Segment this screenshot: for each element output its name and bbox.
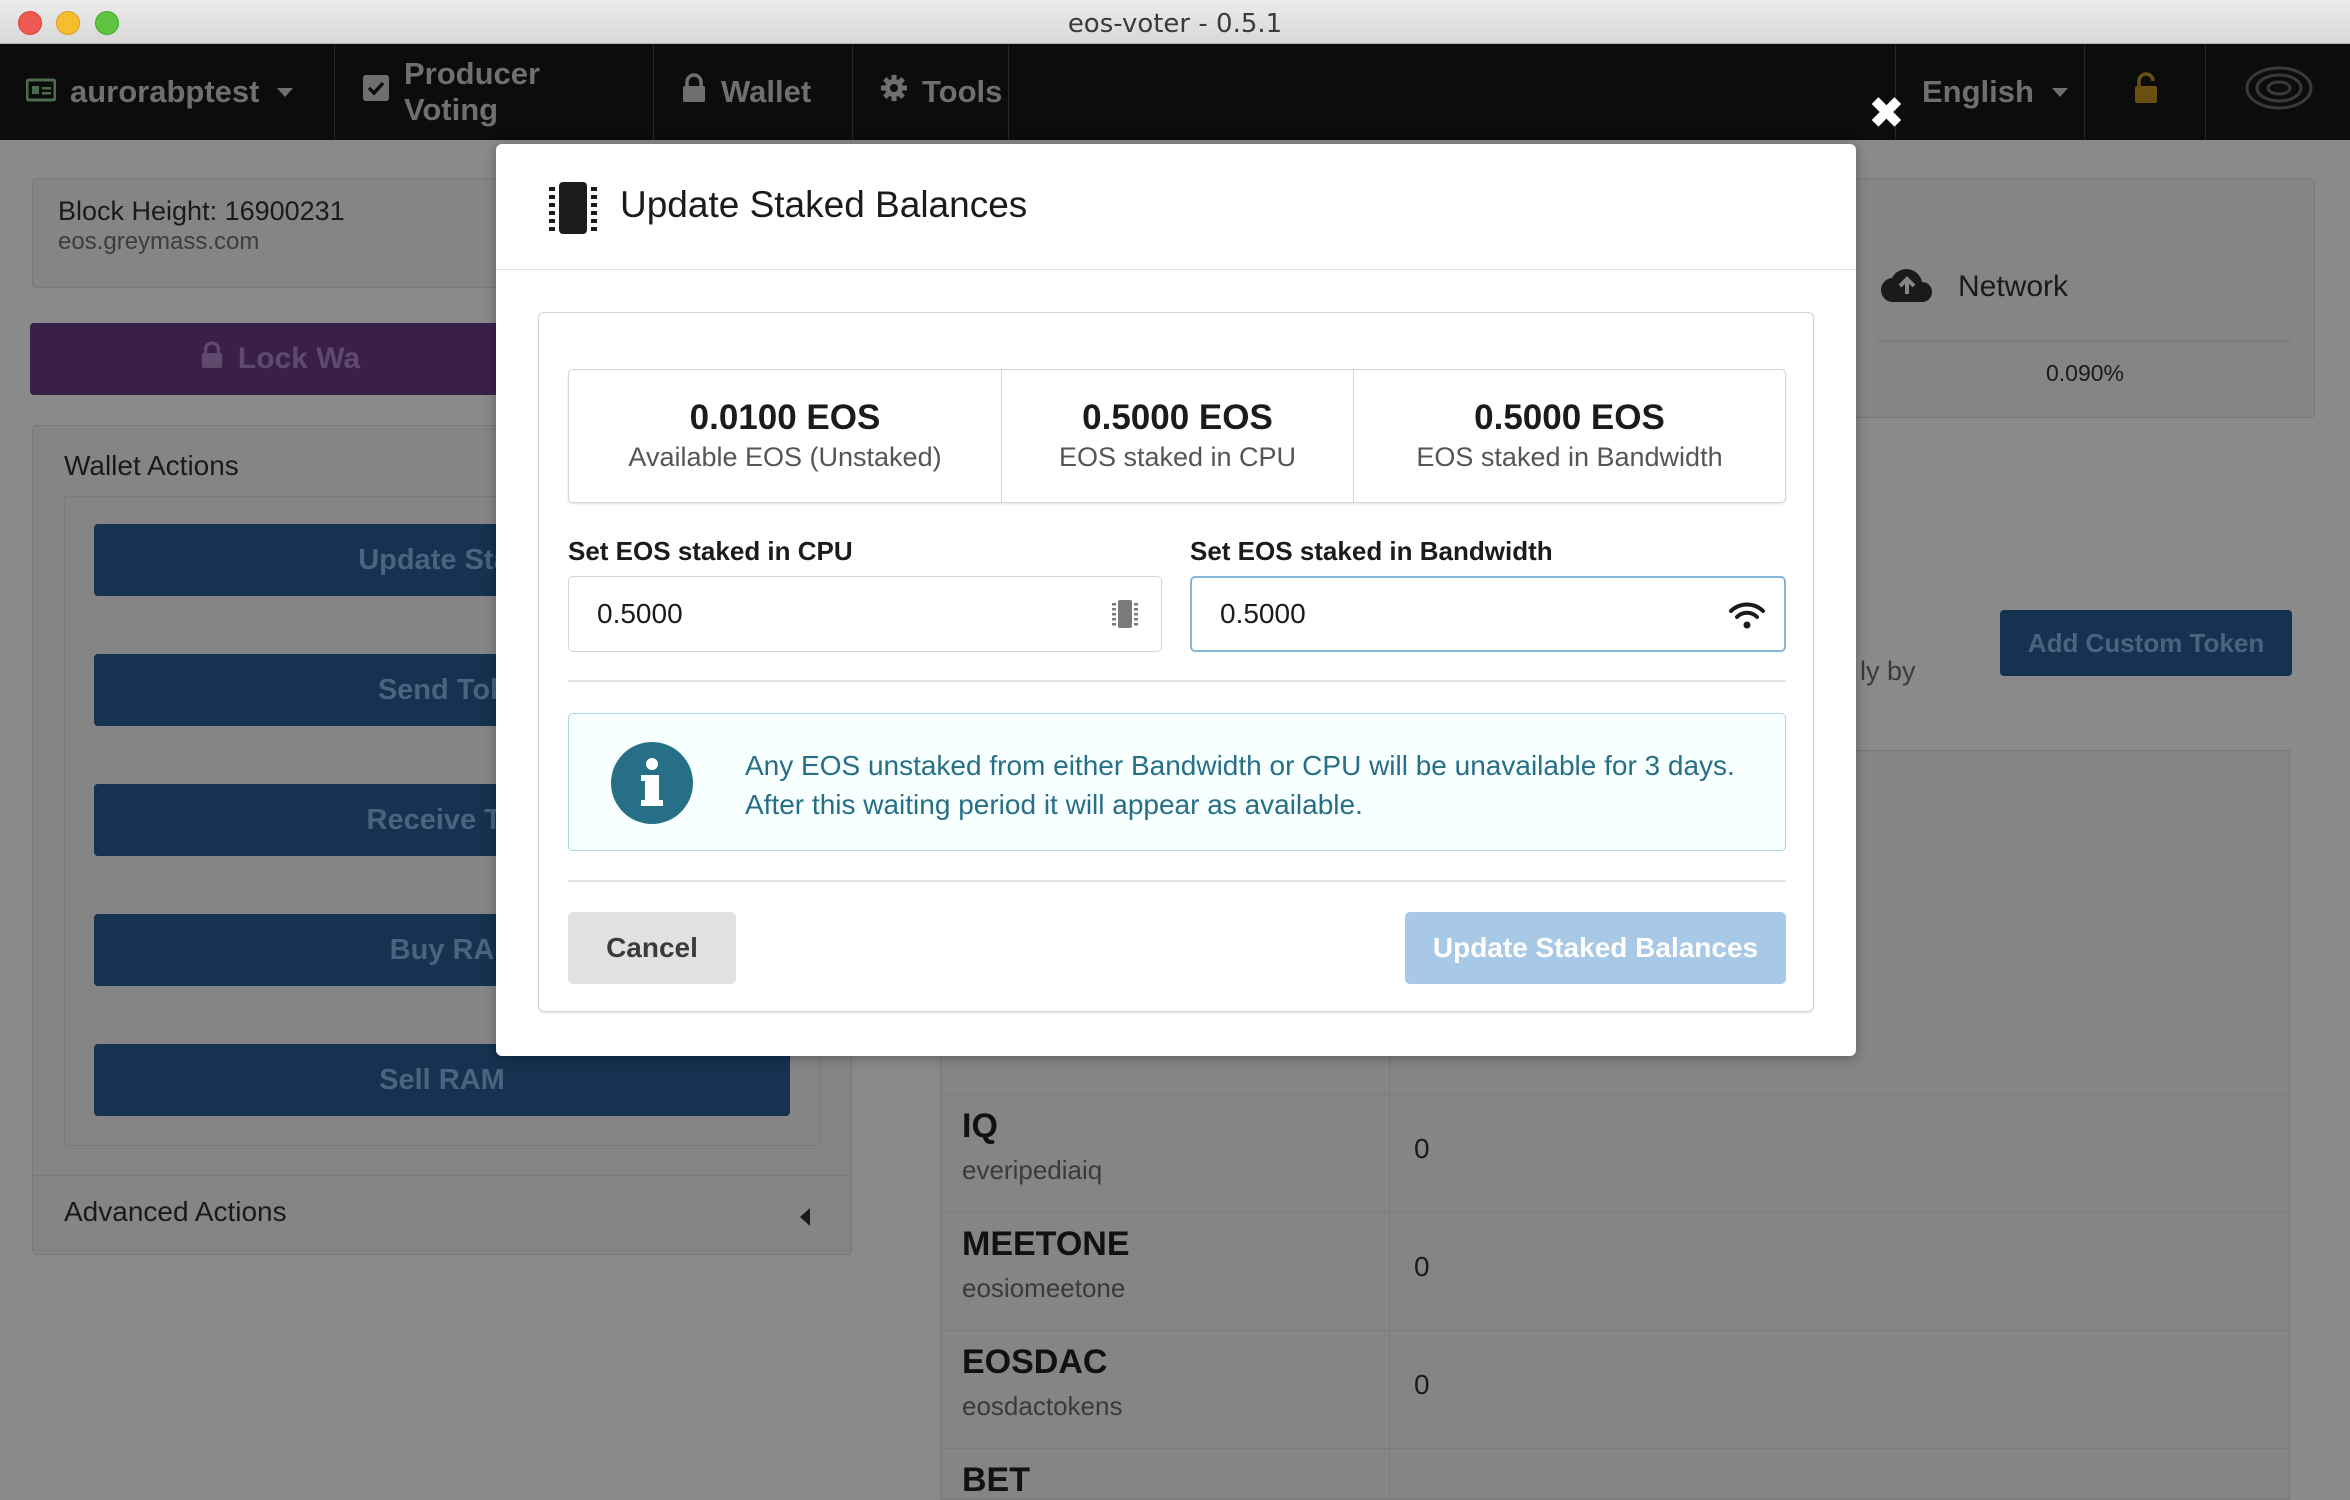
nav-voting-label: Producer Voting — [404, 56, 541, 127]
info-line-1: Any EOS unstaked from either Bandwidth o… — [745, 750, 1735, 781]
modal-title: Update Staked Balances — [620, 184, 1028, 225]
lock-icon — [200, 341, 224, 377]
account-name: aurorabptest — [70, 74, 260, 109]
stake-statistics: 0.0100 EOS Available EOS (Unstaked) 0.50… — [568, 369, 1786, 503]
stat-cpu: 0.5000 EOS EOS staked in CPU — [1002, 370, 1354, 502]
chevron-down-icon — [277, 87, 294, 97]
check-square-icon — [362, 74, 390, 110]
lock-icon — [681, 73, 707, 111]
stat-label: EOS staked in CPU — [1058, 442, 1297, 472]
wallet-actions-title: Wallet Actions — [64, 450, 239, 481]
wifi-icon — [1728, 600, 1766, 635]
stat-value: 0.5000 EOS — [1474, 398, 1665, 437]
gear-icon — [880, 74, 908, 110]
cloud-upload-icon — [1880, 264, 1934, 309]
modal-header: Update Staked Balances — [496, 144, 1856, 270]
stat-available: 0.0100 EOS Available EOS (Unstaked) — [569, 370, 1002, 502]
nav-producer-voting[interactable]: Producer Voting — [336, 44, 654, 140]
unlock-icon — [2132, 72, 2160, 112]
token-balance: 0 — [1414, 1369, 1430, 1400]
account-dropdown[interactable]: aurorabptest — [0, 44, 335, 140]
caret-left-icon — [800, 1208, 810, 1226]
unlock-button[interactable] — [2086, 44, 2206, 140]
nav-tools[interactable]: Tools — [854, 44, 1009, 140]
lock-wallet-button[interactable]: Lock Wa — [30, 323, 530, 395]
language-label: English — [1922, 74, 2034, 109]
stat-bandwidth: 0.5000 EOS EOS staked in Bandwidth — [1354, 370, 1785, 502]
bandwidth-field-label: Set EOS staked in Bandwidth — [1190, 536, 1553, 566]
cpu-stake-input[interactable] — [568, 576, 1162, 652]
token-balance: 0 — [1414, 1251, 1430, 1282]
id-card-icon — [25, 74, 57, 110]
stat-label: EOS staked in Bandwidth — [1416, 442, 1723, 472]
chevron-down-icon — [2051, 87, 2068, 97]
unstake-info-message: Any EOS unstaked from either Bandwidth o… — [568, 713, 1786, 851]
app-logo — [2207, 44, 2350, 140]
network-percent: 0.090% — [2046, 360, 2125, 386]
microchip-icon — [544, 180, 602, 241]
token-balance: 0 — [1414, 1133, 1430, 1164]
lock-wallet-label: Lock Wa — [237, 342, 361, 375]
window-title: eos-voter - 0.5.1 — [1067, 9, 1283, 39]
microchip-icon — [1110, 598, 1140, 635]
bandwidth-stake-input[interactable] — [1190, 576, 1786, 652]
window-titlebar: eos-voter - 0.5.1 — [0, 0, 2350, 44]
close-icon[interactable]: ✖ — [1868, 88, 1905, 139]
network-bar — [1878, 340, 2290, 343]
language-dropdown[interactable]: English — [1895, 44, 2085, 140]
info-icon — [611, 742, 693, 824]
network-label: Network — [1958, 270, 2069, 303]
nav-wallet[interactable]: Wallet — [655, 44, 853, 140]
node-url: eos.greymass.com — [58, 228, 260, 255]
divider — [568, 680, 1786, 682]
stat-value: 0.5000 EOS — [1082, 398, 1273, 437]
top-nav: aurorabptest Producer Voting Wallet Tool… — [0, 44, 2350, 140]
advanced-actions-title[interactable]: Advanced Actions — [64, 1196, 287, 1228]
info-line-2: After this waiting period it will appear… — [745, 789, 1363, 820]
cpu-field-label: Set EOS staked in CPU — [568, 536, 853, 566]
add-custom-token-button[interactable]: Add Custom Token — [2000, 610, 2292, 676]
stat-label: Available EOS (Unstaked) — [628, 442, 942, 472]
update-staked-balances-button[interactable]: Update Staked Balances — [1405, 912, 1786, 984]
divider — [568, 880, 1786, 882]
stat-value: 0.0100 EOS — [689, 398, 881, 437]
nav-tools-label: Tools — [922, 74, 1003, 109]
swirl-logo-icon — [2244, 65, 2314, 119]
cancel-button[interactable]: Cancel — [568, 912, 736, 984]
info-text: Any EOS unstaked from either Bandwidth o… — [745, 746, 1745, 824]
block-height: Block Height: 16900231 — [58, 196, 345, 226]
partial-text: ly by — [1860, 656, 1916, 686]
nav-wallet-label: Wallet — [721, 74, 812, 109]
